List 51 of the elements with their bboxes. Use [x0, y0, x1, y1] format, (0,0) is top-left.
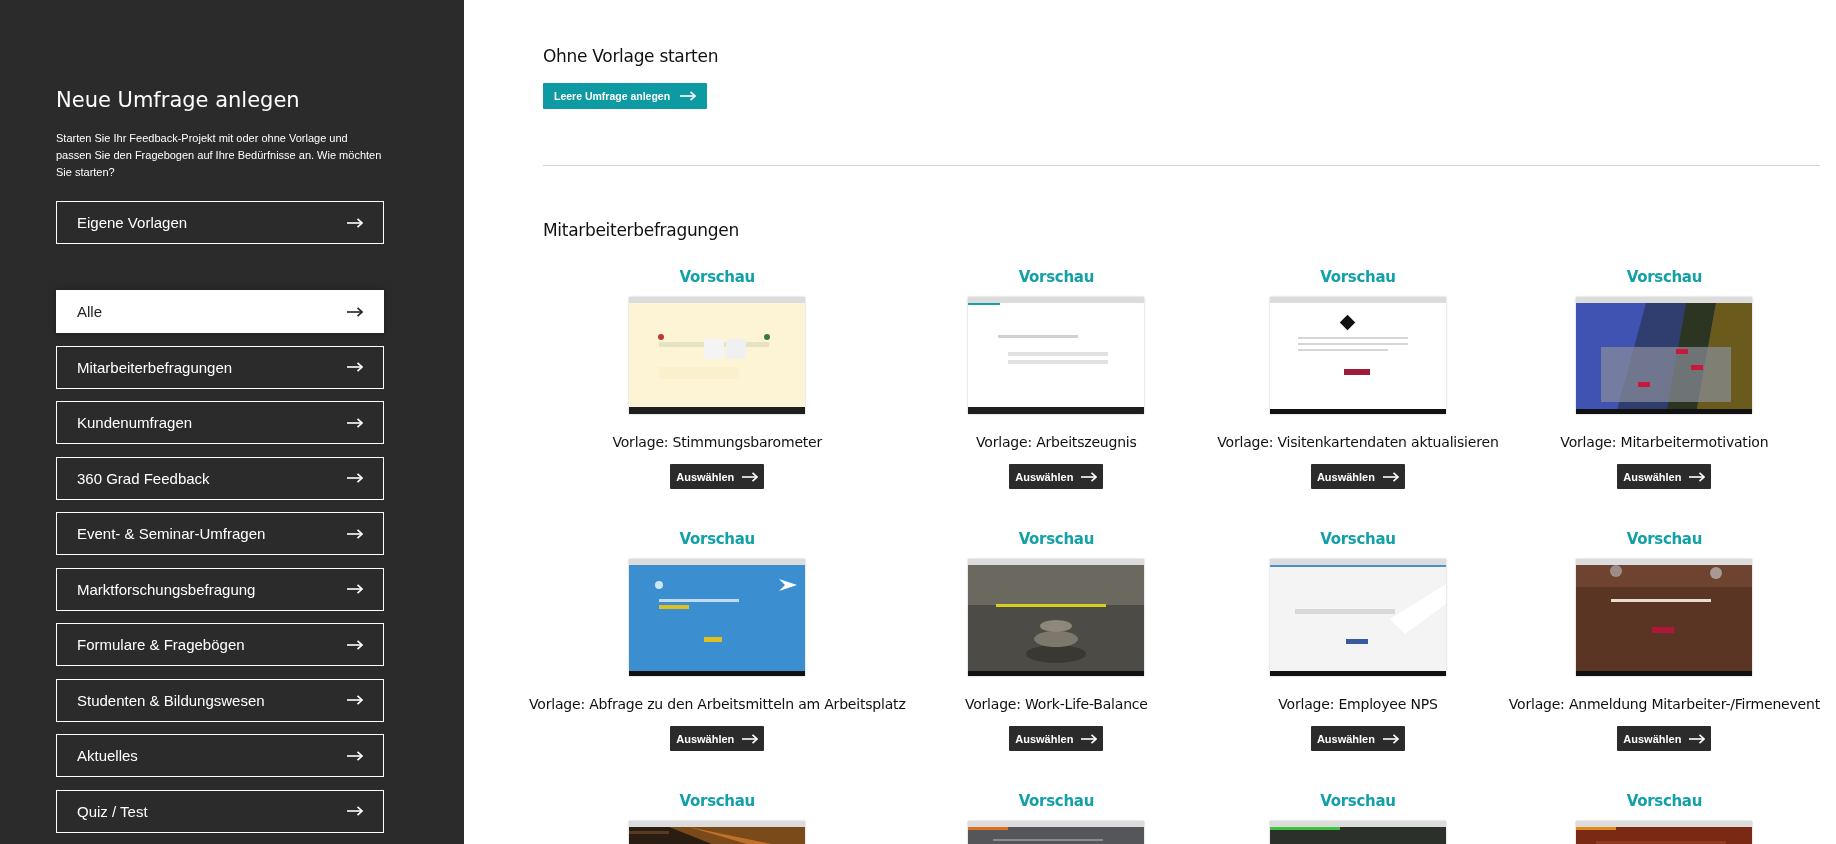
- arrow-icon: [680, 91, 697, 101]
- template-title: Vorlage: Abfrage zu den Arbeitsmitteln am Arbeitsplatz: [529, 695, 906, 714]
- select-button[interactable]: Auswählen: [1617, 464, 1712, 489]
- arrow-icon: [1689, 733, 1706, 744]
- category-item[interactable]: 360 Grad Feedback: [56, 456, 384, 500]
- arrow-icon: [347, 584, 363, 594]
- select-button[interactable]: Auswählen: [1009, 726, 1104, 751]
- template-title: Vorlage: Employee NPS: [1278, 695, 1438, 714]
- category-item[interactable]: Alle: [56, 290, 384, 333]
- arrow-icon: [1081, 471, 1098, 482]
- category-item[interactable]: Formulare & Fragebögen: [56, 623, 384, 666]
- template-title: Vorlage: Stimmungsbarometer: [612, 433, 823, 452]
- category-item[interactable]: Marktforschungsbefragung: [56, 567, 384, 611]
- arrow-icon: [1689, 471, 1706, 482]
- arrow-icon: [1382, 471, 1399, 482]
- arrow-icon: [1382, 733, 1399, 744]
- arrow-icon: [347, 695, 363, 705]
- section-heading: Mitarbeiterbefragungen: [543, 220, 740, 240]
- arrow-icon: [347, 639, 363, 650]
- select-button[interactable]: Auswählen: [1009, 464, 1104, 489]
- template-title: Vorlage: Arbeitszeugnis: [976, 433, 1137, 452]
- arrow-icon: [347, 362, 363, 372]
- arrow-icon: [742, 733, 759, 744]
- select-button[interactable]: Auswählen: [1310, 464, 1405, 489]
- template-title: Vorlage: Visitenkartendaten aktualisieren: [1217, 433, 1499, 452]
- arrow-icon: [347, 806, 363, 816]
- category-item[interactable]: Event- & Seminar-Umfragen: [56, 512, 384, 555]
- arrow-icon: [347, 750, 363, 761]
- category-item[interactable]: Studenten & Bildungswesen: [56, 678, 384, 722]
- arrow-icon: [347, 473, 363, 483]
- template-title: Vorlage: Mitarbeitermotivation: [1560, 433, 1769, 452]
- intro-text: Starten Sie Ihr Feedback-Projekt mit oder ohne Vorlage und passen Sie den Fragebogen auf Ihre Bedürfnisse an. Wie möchten Sie starten?: [56, 131, 383, 180]
- arrow-icon: [1081, 733, 1098, 744]
- category-item[interactable]: Eigene Vorlagen: [56, 201, 384, 244]
- select-button[interactable]: Auswählen: [1310, 726, 1405, 751]
- arrow-icon: [347, 417, 363, 428]
- select-button[interactable]: Auswählen: [1617, 726, 1712, 751]
- category-item[interactable]: Kundenumfragen: [56, 401, 384, 444]
- arrow-icon: [347, 528, 363, 539]
- category-item[interactable]: Mitarbeiterbefragungen: [56, 345, 384, 389]
- panel-title: Neue Umfrage anlegen: [56, 88, 301, 112]
- template-title: Vorlage: Work-Life-Balance: [964, 695, 1148, 714]
- section-heading: Ohne Vorlage starten: [543, 46, 720, 66]
- category-item[interactable]: Quiz / Test: [56, 789, 384, 833]
- arrow-icon: [347, 306, 363, 317]
- select-button[interactable]: Auswählen: [670, 726, 765, 751]
- template-title: Vorlage: Anmeldung Mitarbeiter-/Firmenevent: [1508, 695, 1820, 714]
- arrow-icon: [347, 217, 363, 228]
- select-button[interactable]: Auswählen: [670, 464, 765, 489]
- category-item[interactable]: Aktuelles: [56, 734, 384, 777]
- arrow-icon: [742, 471, 759, 482]
